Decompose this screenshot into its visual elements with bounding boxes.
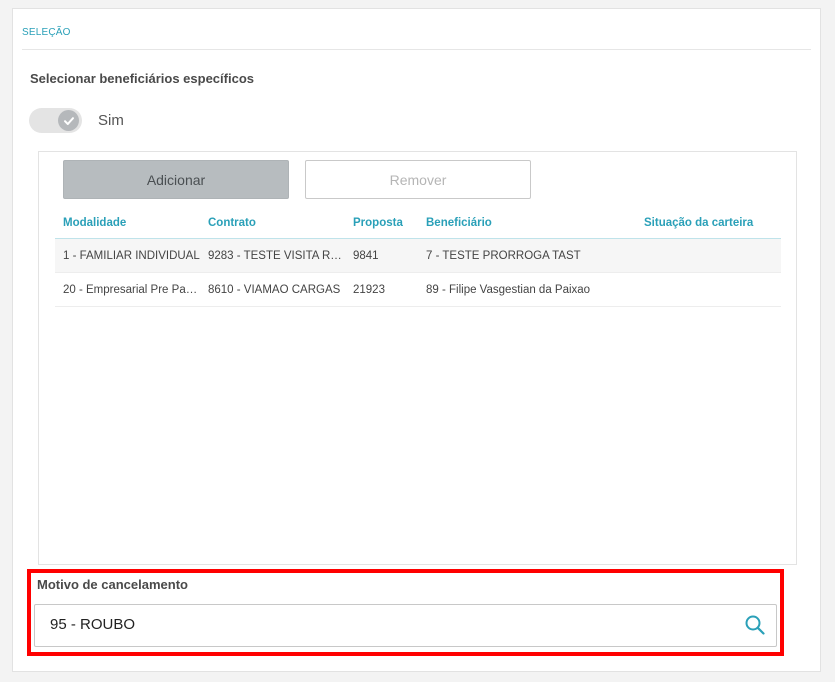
specific-beneficiaries-label: Selecionar beneficiários específicos	[30, 71, 254, 86]
cell-beneficiario: 89 - Filipe Vasgestian da Paixao	[426, 283, 591, 296]
motivo-input[interactable]: 95 - ROUBO	[34, 604, 777, 647]
column-header-situacao[interactable]: Situação da carteira	[636, 217, 781, 229]
beneficiaries-panel: Adicionar Remover Modalidade Contrato Pr…	[38, 151, 797, 565]
table-header: Modalidade Contrato Proposta Beneficiári…	[55, 208, 781, 239]
table-row[interactable]: 1 - FAMILIAR INDIVIDUAL 9283 - TESTE VIS…	[55, 239, 781, 273]
specific-beneficiaries-toggle[interactable]	[29, 108, 82, 133]
motivo-value: 95 - ROUBO	[50, 616, 136, 633]
cell-proposta: 9841	[353, 249, 379, 262]
remove-button[interactable]: Remover	[305, 160, 531, 199]
cell-modalidade: 1 - FAMILIAR INDIVIDUAL	[63, 249, 200, 262]
beneficiaries-table: Modalidade Contrato Proposta Beneficiári…	[55, 208, 781, 307]
section-title: SELEÇÃO	[22, 27, 71, 38]
cell-modalidade: 20 - Empresarial Pre Pagamento	[63, 283, 200, 296]
motivo-label: Motivo de cancelamento	[37, 577, 188, 592]
cell-contrato: 8610 - VIAMAO CARGAS	[208, 283, 341, 296]
column-header-beneficiario[interactable]: Beneficiário	[418, 217, 636, 229]
add-button[interactable]: Adicionar	[63, 160, 289, 199]
motivo-highlight-box: Motivo de cancelamento 95 - ROUBO	[27, 569, 784, 656]
column-header-proposta[interactable]: Proposta	[345, 217, 418, 229]
search-icon[interactable]	[744, 614, 766, 636]
section-divider	[22, 49, 811, 50]
table-row[interactable]: 20 - Empresarial Pre Pagamento 8610 - VI…	[55, 273, 781, 307]
cell-proposta: 21923	[353, 283, 385, 296]
toggle-knob	[58, 110, 79, 131]
column-header-contrato[interactable]: Contrato	[200, 217, 345, 229]
toggle-text: Sim	[98, 112, 124, 129]
column-header-modalidade[interactable]: Modalidade	[55, 217, 200, 229]
cell-contrato: 9283 - TESTE VISITA RETROATIVA	[208, 249, 345, 262]
cell-beneficiario: 7 - TESTE PRORROGA TAST	[426, 249, 581, 262]
check-icon	[63, 116, 74, 125]
